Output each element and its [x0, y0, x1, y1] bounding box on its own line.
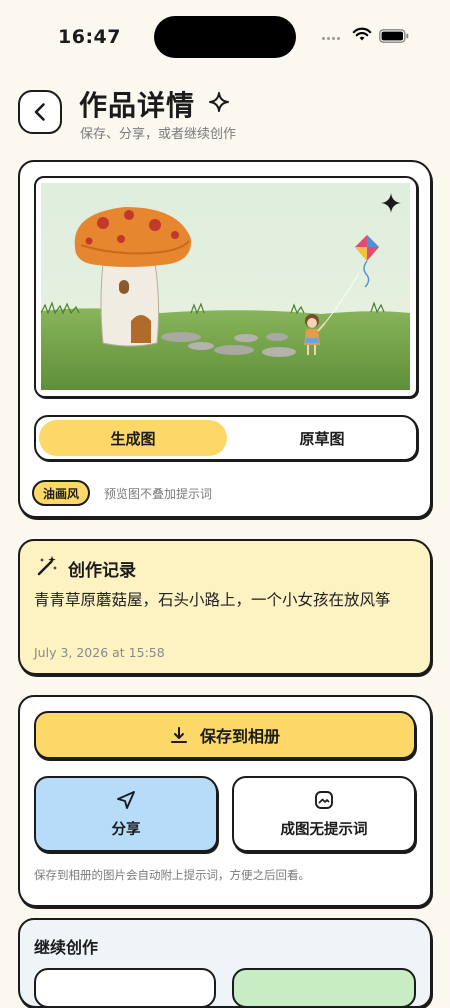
page-subtitle: 保存、分享，或者继续创作: [80, 127, 237, 142]
sparkle-icon: [381, 193, 401, 213]
share-label: 分享: [111, 821, 141, 838]
back-button[interactable]: [18, 90, 62, 134]
continue-title: 继续创作: [34, 938, 99, 957]
record-title: 创作记录: [68, 561, 136, 581]
send-icon: [117, 790, 135, 809]
share-button[interactable]: 分享: [34, 776, 218, 852]
artwork-image[interactable]: [34, 176, 418, 398]
no-prompt-image-button[interactable]: 成图无提示词: [232, 776, 416, 852]
continue-option-2[interactable]: [232, 968, 416, 1008]
image-toggle: 生成图 原草图: [34, 415, 418, 461]
dynamic-island: [154, 16, 296, 58]
style-badge: 油画风: [32, 480, 91, 506]
save-label: 保存到相册: [199, 727, 280, 746]
actions-card: 保存到相册 分享 成图无提示词 保存到相册的图片会自动附上提示词，方便之后回看。: [18, 695, 432, 907]
artwork-card: 生成图 原草图 油画风 预览图不叠加提示词: [18, 160, 432, 518]
status-time: 16:47: [58, 26, 121, 48]
record-prompt: 青青草原蘑菇屋，石头小路上，一个小女孩在放风筝: [34, 591, 391, 609]
save-note: 保存到相册的图片会自动附上提示词，方便之后回看。: [34, 868, 310, 882]
save-to-album-button[interactable]: 保存到相册: [34, 711, 416, 759]
download-icon: [170, 727, 187, 743]
preview-note: 预览图不叠加提示词: [104, 487, 213, 501]
continue-card: 继续创作: [18, 918, 432, 1008]
back-chevron-icon: [34, 103, 45, 121]
battery-icon: [379, 29, 409, 43]
creation-record-card: 创作记录 青青草原蘑菇屋，石头小路上，一个小女孩在放风筝 July 3, 202…: [18, 539, 432, 675]
magic-wand-icon: [37, 556, 57, 576]
no-prompt-label: 成图无提示词: [280, 821, 368, 838]
status-bar: 16:47: [0, 0, 450, 72]
continue-option-1[interactable]: [34, 968, 216, 1008]
artwork-illustration: [41, 183, 410, 390]
page-title: 作品详情: [79, 89, 196, 122]
sparkle-icon: [209, 92, 229, 112]
record-date: July 3, 2026 at 15:58: [34, 645, 165, 660]
wifi-icon: [352, 27, 372, 41]
tab-sketch[interactable]: 原草图: [228, 420, 416, 456]
signal-dots-icon: [322, 37, 346, 41]
tab-generated[interactable]: 生成图: [39, 420, 227, 456]
image-icon: [315, 790, 333, 809]
